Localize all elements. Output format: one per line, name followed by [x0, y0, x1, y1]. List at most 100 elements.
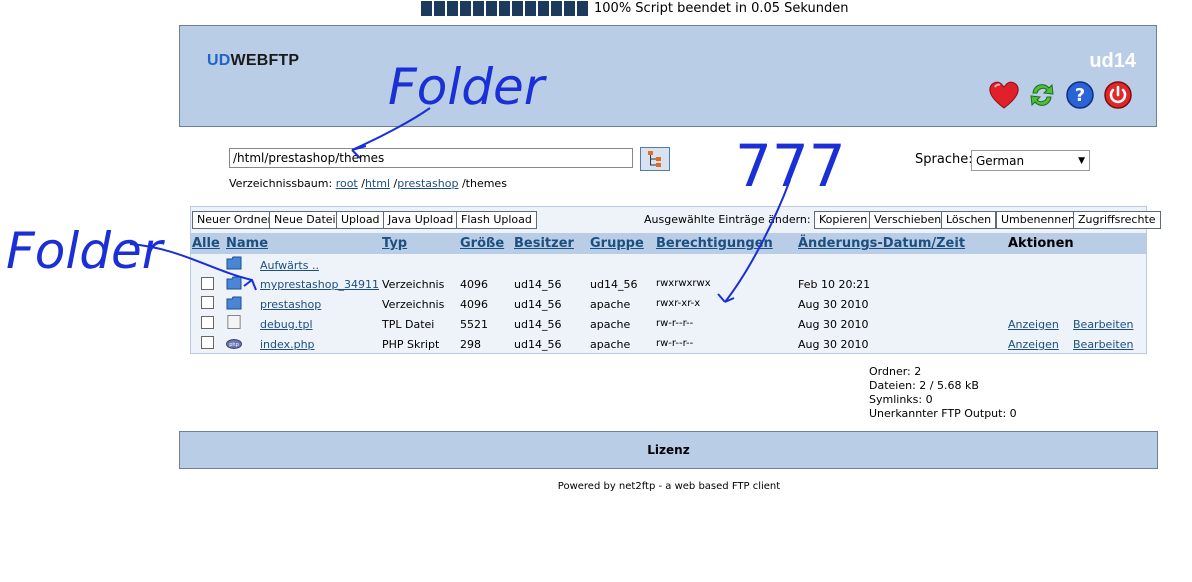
svg-text:?: ?	[1075, 85, 1085, 106]
progress-segment	[551, 0, 562, 16]
help-icon[interactable]: ?	[1064, 79, 1096, 111]
file-date: Aug 30 2010	[798, 318, 869, 331]
directory-tree-button[interactable]	[640, 147, 670, 171]
column-owner[interactable]: Besitzer	[514, 236, 574, 251]
username: ud14	[1089, 50, 1136, 72]
file-icon	[227, 315, 241, 329]
logo[interactable]: UDWEBFTP	[207, 52, 299, 70]
selection-label: Ausgewählte Einträge ändern:	[644, 213, 811, 226]
stat-symlinks: Symlinks: 0	[869, 393, 933, 406]
language-selected: German	[976, 153, 1025, 168]
edit-link[interactable]: Bearbeiten	[1073, 318, 1133, 331]
directory-path-input[interactable]: /html/prestashop/themes	[229, 148, 633, 168]
logo-prefix: UD	[207, 52, 231, 69]
file-date: Aug 30 2010	[798, 298, 869, 311]
heart-icon[interactable]	[988, 79, 1020, 111]
file-owner: ud14_56	[514, 298, 562, 311]
file-owner: ud14_56	[514, 338, 562, 351]
file-permissions[interactable]: rw-r--r--	[656, 318, 693, 329]
folder-up-icon	[226, 256, 242, 270]
row-checkbox[interactable]	[201, 296, 214, 309]
header-icons: ?	[988, 79, 1134, 111]
view-link[interactable]: Anzeigen	[1008, 318, 1059, 331]
file-type: Verzeichnis	[382, 298, 445, 311]
file-type: PHP Skript	[382, 338, 440, 351]
file-group: apache	[590, 338, 631, 351]
flash-upload-button[interactable]: Flash Upload	[456, 211, 537, 229]
directory-stats: Ordner: 2 Dateien: 2 / 5.68 kB Symlinks:…	[869, 365, 1017, 421]
column-name[interactable]: Name	[226, 236, 268, 251]
language-select[interactable]: German ▼	[971, 150, 1090, 171]
refresh-icon[interactable]	[1026, 79, 1058, 111]
column-permissions[interactable]: Berechtigungen	[656, 236, 773, 251]
file-owner: ud14_56	[514, 318, 562, 331]
progress-segment	[473, 0, 484, 16]
file-size: 5521	[460, 318, 488, 331]
svg-text:php: php	[229, 342, 239, 348]
column-type[interactable]: Typ	[382, 236, 407, 251]
permissions-button[interactable]: Zugriffsrechte	[1073, 211, 1161, 229]
progress-segment	[460, 0, 471, 16]
column-actions: Aktionen	[1008, 236, 1074, 251]
file-group: ud14_56	[590, 278, 638, 291]
logo-suffix: WEBFTP	[230, 52, 300, 69]
license-link[interactable]: Lizenz	[647, 443, 689, 457]
file-group: apache	[590, 318, 631, 331]
breadcrumb-html[interactable]: html	[365, 177, 390, 190]
progress-segment	[538, 0, 549, 16]
annotation-777: 777	[735, 132, 846, 200]
row-checkbox[interactable]	[201, 316, 214, 329]
progress-segment	[421, 0, 432, 16]
breadcrumb-current: /themes	[458, 177, 507, 190]
new-file-button[interactable]: Neue Datei	[269, 211, 341, 229]
breadcrumb: Verzeichnissbaum: root /html /prestashop…	[229, 177, 507, 190]
breadcrumb-prestashop[interactable]: prestashop	[397, 177, 458, 190]
file-type: Verzeichnis	[382, 278, 445, 291]
row-checkbox[interactable]	[201, 336, 214, 349]
progress-segment	[512, 0, 523, 16]
language-label: Sprache:	[915, 152, 973, 167]
script-progress: 100% Script beendet in 0.05 Sekunden	[421, 0, 849, 16]
view-link[interactable]: Anzeigen	[1008, 338, 1059, 351]
copy-button[interactable]: Kopieren	[814, 211, 873, 229]
app-header: UDWEBFTP ud14 ?	[179, 25, 1157, 127]
file-group: apache	[590, 298, 631, 311]
power-icon[interactable]	[1102, 79, 1134, 111]
breadcrumb-root[interactable]: root	[336, 177, 358, 190]
breadcrumb-label: Verzeichnissbaum:	[229, 177, 333, 190]
file-date: Feb 10 20:21	[798, 278, 871, 291]
file-permissions[interactable]: rw-r--r--	[656, 338, 693, 349]
java-upload-button[interactable]: Java Upload	[383, 211, 459, 229]
license-bar[interactable]: Lizenz	[179, 431, 1158, 469]
file-name-link[interactable]: debug.tpl	[260, 318, 313, 331]
file-name-link[interactable]: index.php	[260, 338, 315, 351]
move-button[interactable]: Verschieben	[869, 211, 947, 229]
rename-button[interactable]: Umbenennen	[996, 211, 1080, 229]
file-size: 298	[460, 338, 481, 351]
upload-button[interactable]: Upload	[336, 211, 385, 229]
file-permissions[interactable]: rwxr-xr-x	[656, 298, 700, 309]
file-name-link[interactable]: prestashop	[260, 298, 321, 311]
delete-button[interactable]: Löschen	[941, 211, 997, 229]
file-permissions[interactable]: rwxrwxrwx	[656, 278, 711, 289]
file-date: Aug 30 2010	[798, 338, 869, 351]
progress-segment	[564, 0, 575, 16]
column-size[interactable]: Größe	[460, 236, 504, 251]
file-name-link[interactable]: myprestashop_34911	[260, 278, 379, 291]
row-checkbox[interactable]	[201, 277, 214, 290]
folder-icon	[226, 296, 242, 310]
stat-files: Dateien: 2 / 5.68 kB	[869, 379, 979, 392]
folder-icon	[226, 276, 242, 290]
file-owner: ud14_56	[514, 278, 562, 291]
column-date[interactable]: Änderungs-Datum/Zeit	[798, 236, 965, 251]
column-all[interactable]: Alle	[192, 236, 220, 251]
file-size: 4096	[460, 298, 488, 311]
up-directory-link[interactable]: Aufwärts ..	[260, 259, 319, 272]
edit-link[interactable]: Bearbeiten	[1073, 338, 1133, 351]
progress-segment	[577, 0, 588, 16]
tree-icon	[648, 151, 661, 167]
progress-segment	[525, 0, 536, 16]
file-size: 4096	[460, 278, 488, 291]
new-folder-button[interactable]: Neuer Ordner	[192, 211, 277, 229]
column-group[interactable]: Gruppe	[590, 236, 644, 251]
